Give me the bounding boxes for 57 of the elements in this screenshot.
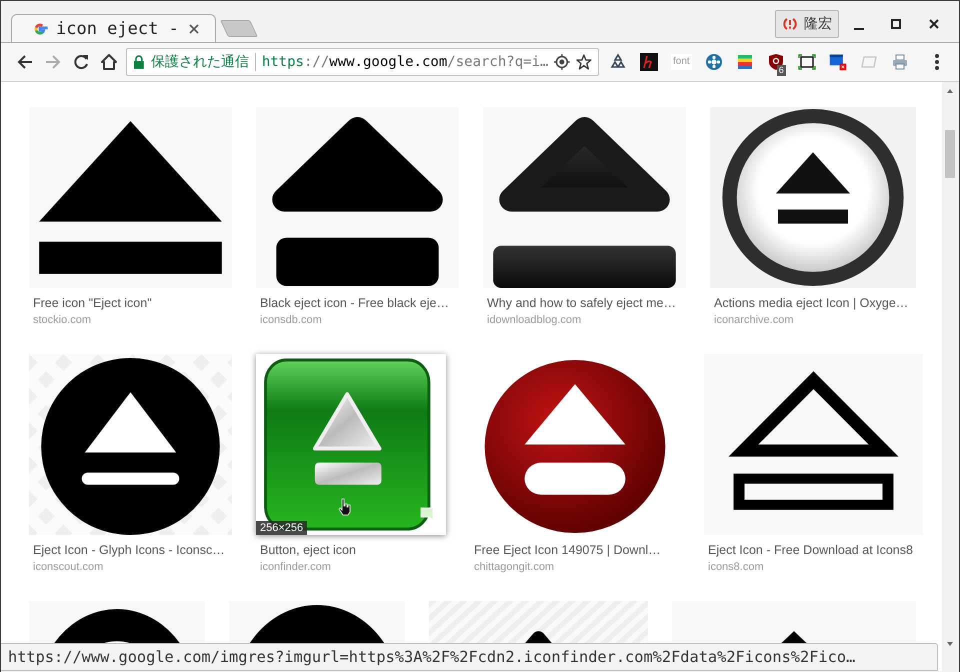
result-title[interactable]: Actions media eject Icon | Oxyge… [714,296,916,310]
maximize-icon [890,18,902,30]
home-icon [100,53,118,71]
result-source: icons8.com [708,561,765,573]
tab-title: icon eject - [56,18,179,38]
color-stack-icon[interactable] [736,53,754,71]
eject-drawing[interactable] [256,354,446,535]
result-source: iconarchive.com [714,314,794,326]
compass-icon[interactable] [704,53,723,71]
eject-drawing[interactable] [710,107,916,288]
h-logo-icon[interactable] [640,53,658,71]
status-bar-url: https://www.google.com/imgres?imgurl=https%3A%2F%2Fcdn2.iconfinder.com%2Fdata%2Ficons%2Fico… [1,643,938,671]
scroll-down-icon[interactable] [946,641,954,647]
google-logo-icon [32,20,48,36]
result-source: iconscout.com [33,561,104,573]
result-source: iconfinder.com [260,561,332,573]
result-title[interactable]: Eject Icon - Glyph Icons - Iconsc… [33,543,232,557]
result-source: stockio.com [33,314,92,326]
result-source: iconsdb.com [260,314,323,326]
location-icon[interactable] [554,54,570,70]
star-icon[interactable] [576,54,592,70]
browser-tab[interactable]: icon eject - [11,14,216,42]
count-badge: 6 [776,65,786,76]
result-title[interactable]: Black eject icon - Free black eje… [260,296,459,310]
eject-drawing[interactable] [256,107,459,288]
hand-cursor-icon [338,498,352,516]
result-title[interactable]: Eject Icon - Free Download at Icons8 [708,543,923,557]
close-icon [928,18,940,30]
result-source: idownloadblog.com [487,314,582,326]
eject-drawing[interactable] [483,107,686,288]
result-title[interactable]: Free Eject Icon 149075 | Downl… [474,543,680,557]
result-source: chittagongit.com [474,561,556,573]
result-title[interactable]: Button, eject icon [260,543,446,557]
screenshot-frame-icon[interactable] [798,53,816,71]
profile-name: 隆宏 [804,15,832,33]
scrollbar-thumb[interactable] [945,130,955,178]
sync-error-icon [782,17,798,31]
minimize-icon [854,28,864,30]
window-icon[interactable] [828,53,847,71]
eject-drawing[interactable] [29,107,232,288]
printer-icon[interactable] [890,53,909,71]
security-label: 保護された通信 [150,53,249,71]
result-title[interactable]: Free icon "Eject icon" [33,296,232,310]
result-title[interactable]: Why and how to safely eject me… [487,296,686,310]
scrollbar[interactable] [942,82,959,671]
scroll-up-icon[interactable] [946,88,954,94]
address-bar[interactable]: 保護された通信 https://www.google.com/search?q=i… [126,48,599,76]
url-text: https://www.google.com/search?q=i… [262,54,548,70]
profile-button[interactable]: 隆宏 [775,10,839,38]
forward-icon [44,53,62,71]
back-icon [16,53,34,71]
image-size-label: 256×256 [256,521,308,535]
eject-drawing[interactable] [29,354,232,535]
tab-close-button[interactable] [187,22,201,36]
lock-icon [133,55,145,69]
eject-drawing[interactable] [704,354,923,535]
reload-icon [72,53,90,71]
